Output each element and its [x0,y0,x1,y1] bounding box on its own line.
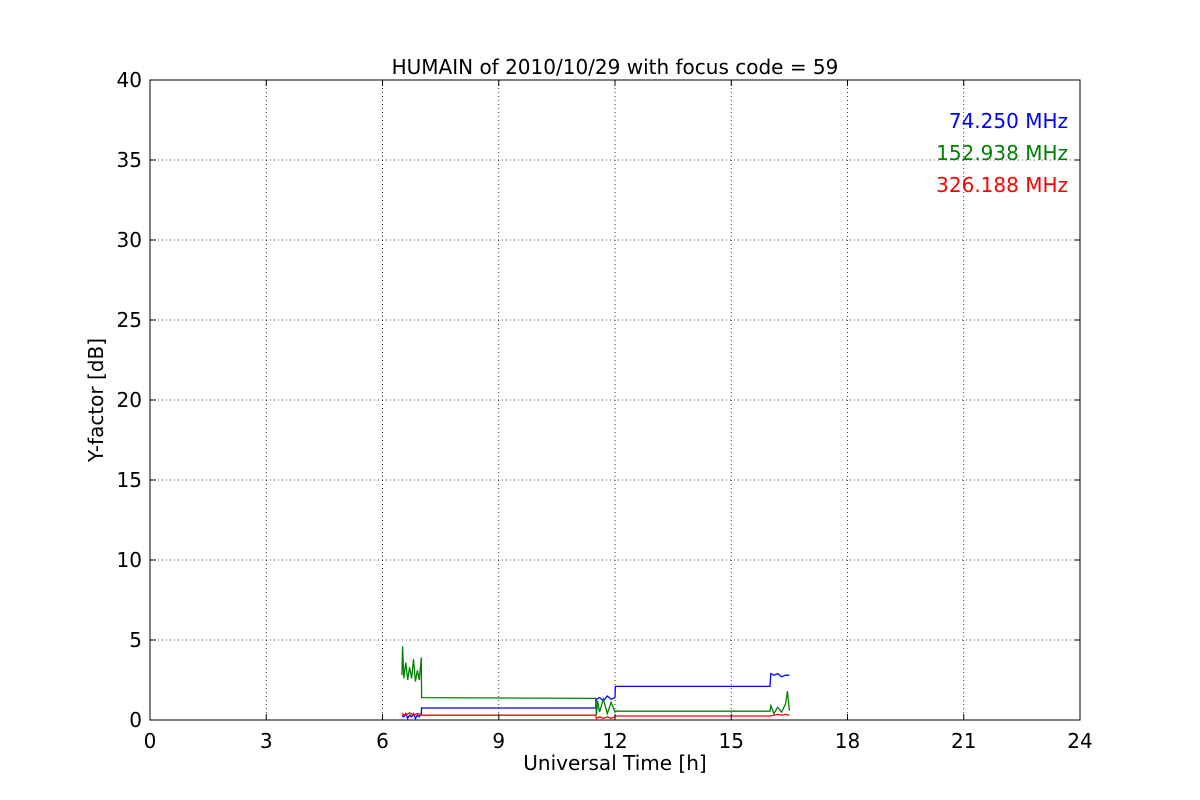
y-tick-label: 10 [117,548,142,572]
chart-title: HUMAIN of 2010/10/29 with focus code = 5… [392,55,839,79]
x-tick-label: 9 [492,729,505,753]
legend-entry-1: 74.250 MHz [949,109,1068,133]
legend-entry-3: 326.188 MHz [936,173,1068,197]
y-axis-label: Y-factor [dB] [84,338,108,463]
legend-entry-2: 152.938 MHz [936,141,1068,165]
y-tick-label: 15 [117,468,142,492]
legend: 74.250 MHz 152.938 MHz 326.188 MHz [936,109,1068,197]
x-tick-label: 3 [260,729,273,753]
chart: 0 3 6 9 12 15 18 21 24 0 5 10 15 20 25 30 35 40 HUMAIN of… [0,0,1200,800]
y-tick-label: 30 [117,228,142,252]
y-tick-label: 20 [117,388,142,412]
x-tick-label: 21 [951,729,976,753]
x-axis-label: Universal Time [h] [523,751,706,775]
y-tick-label: 0 [129,708,142,732]
y-tick-label: 25 [117,308,142,332]
x-tick-label: 12 [602,729,627,753]
x-tick-label: 24 [1067,729,1092,753]
x-tick-label: 0 [144,729,157,753]
x-tick-label: 18 [835,729,860,753]
y-tick-label: 40 [117,68,142,92]
y-tick-label: 35 [117,148,142,172]
y-tick-label: 5 [129,628,142,652]
x-tick-label: 15 [719,729,744,753]
x-tick-label: 6 [376,729,389,753]
